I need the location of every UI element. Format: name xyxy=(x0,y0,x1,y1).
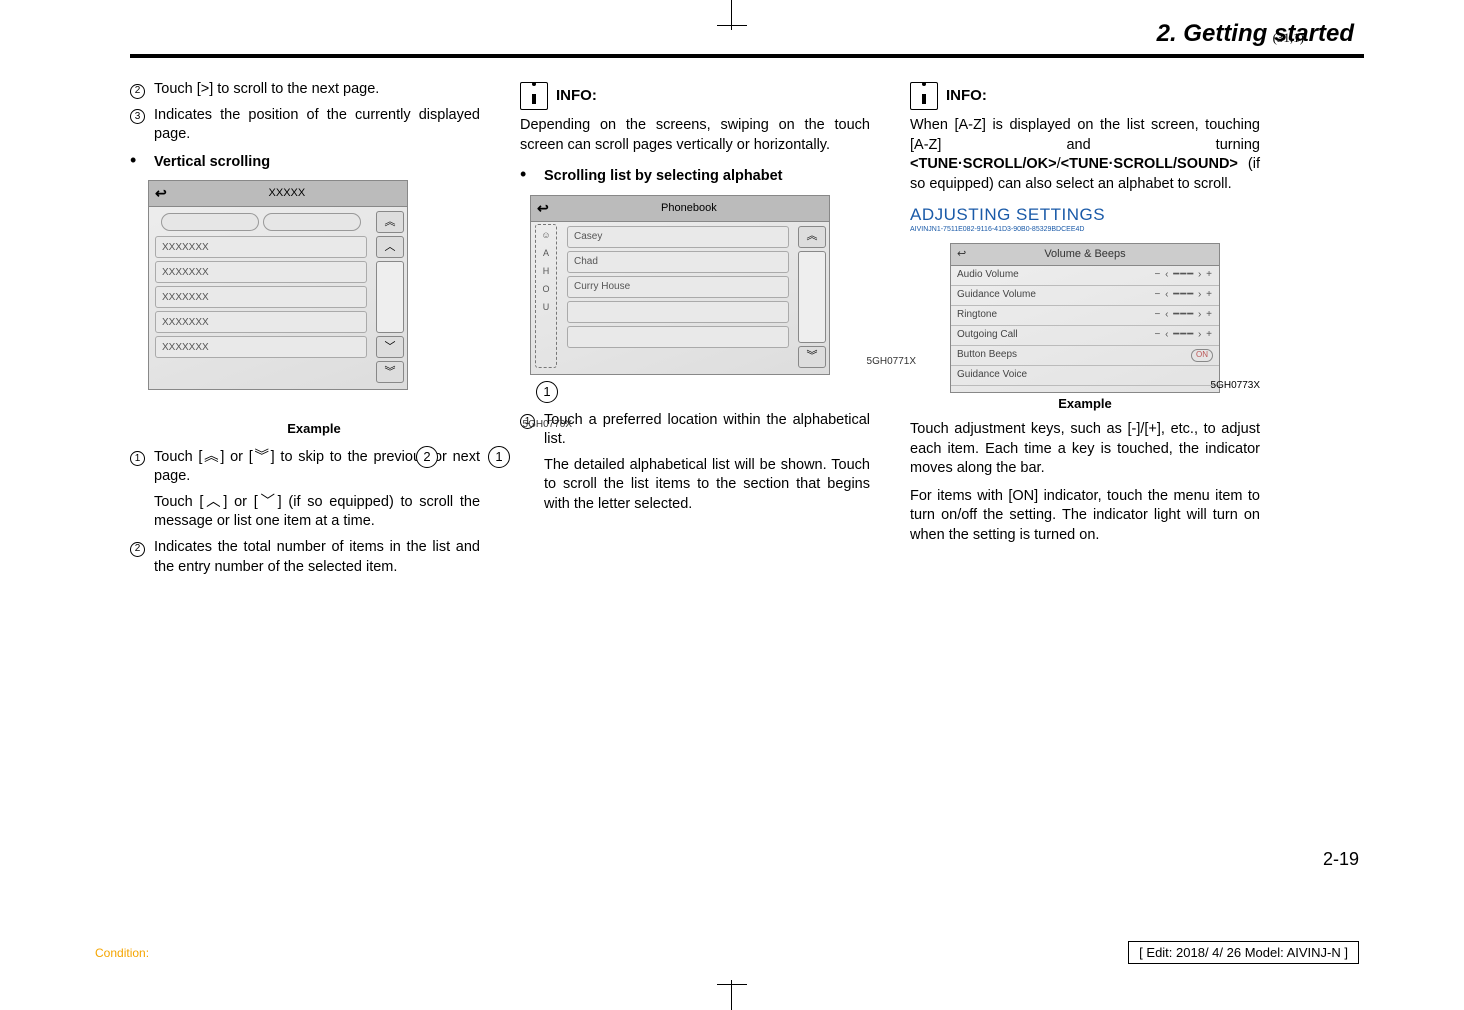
fig2-row: Chad xyxy=(567,251,789,273)
callout-2: 2 xyxy=(416,446,438,468)
list-marker-3: 3 xyxy=(130,106,154,145)
double-chevron-up-icon: ︽ xyxy=(202,449,220,465)
spacer xyxy=(520,456,544,515)
callout-1: 1 xyxy=(536,381,558,403)
col1-scroll-one: Touch [︿] or [﹀] (if so equipped) to scr… xyxy=(154,493,480,532)
column-3: INFO: When [A-Z] is displayed on the lis… xyxy=(910,80,1260,583)
double-chevron-up-icon: ︽ xyxy=(798,226,826,248)
col2-detailed-list: The detailed alphabetical list will be s… xyxy=(544,456,870,515)
header-rule xyxy=(130,54,1364,58)
fig3-example-label: Example xyxy=(910,395,1260,413)
info-title: INFO: xyxy=(556,86,597,106)
fig3-code: 5GH0773X xyxy=(1211,379,1260,393)
figure-volume-beeps: ↩ Volume & Beeps Audio Volume− ‹ ━━━ › +… xyxy=(910,243,1260,413)
list-marker-2: 2 xyxy=(130,80,154,100)
double-chevron-down-icon: ︾ xyxy=(253,449,271,465)
footer-edit-info: [ Edit: 2018/ 4/ 26 Model: AIVINJ-N ] xyxy=(1128,941,1359,964)
fig2-row: Curry House xyxy=(567,276,789,298)
adjusting-settings-heading: ADJUSTING SETTINGS xyxy=(910,204,1260,227)
chevron-down-icon: ﹀ xyxy=(258,494,278,510)
double-chevron-up-icon: ︽ xyxy=(376,211,404,233)
col3-info-body: When [A-Z] is displayed on the list scre… xyxy=(910,116,1260,194)
fig1-code: 5GH0770X xyxy=(523,418,572,432)
contact-icon: ☺ xyxy=(541,229,550,241)
chevron-up-icon: ︿ xyxy=(203,494,223,510)
fig2-code: 5GH0771X xyxy=(867,355,916,369)
back-icon: ↩ xyxy=(155,184,167,203)
list-marker-1: 1 xyxy=(130,448,154,487)
info-icon xyxy=(910,82,938,110)
double-chevron-down-icon: ︾ xyxy=(798,346,826,368)
info-icon xyxy=(520,82,548,110)
fig1-row: XXXXXXX xyxy=(155,236,367,258)
col3-on-indicator: For items with [ON] indicator, touch the… xyxy=(910,487,1260,546)
scroll-track xyxy=(376,261,404,333)
list-marker-2b: 2 xyxy=(130,538,154,577)
bullet-icon xyxy=(520,167,544,187)
info-title: INFO: xyxy=(946,86,987,106)
col1-item2: Touch [>] to scroll to the next page. xyxy=(154,80,480,100)
figure-phonebook: ↩ Phonebook ☺ AHOU Casey Chad Curry Hous… xyxy=(530,195,870,375)
callout-1: 1 xyxy=(488,446,510,468)
fig2-row xyxy=(567,326,789,348)
fig3-title: Volume & Beeps xyxy=(1044,247,1125,262)
spacer xyxy=(130,493,154,532)
bullet-icon xyxy=(130,153,154,173)
chevron-up-icon: ︿ xyxy=(376,236,404,258)
col2-info-body: Depending on the screens, swiping on the… xyxy=(520,116,870,155)
on-badge: ON xyxy=(1191,349,1213,362)
double-chevron-down-icon: ︾ xyxy=(376,361,404,383)
footer-condition: Condition: xyxy=(95,946,149,960)
back-icon: ↩ xyxy=(957,247,966,262)
vertical-scrolling-heading: Vertical scrolling xyxy=(154,153,480,173)
scroll-track xyxy=(798,251,826,343)
fig1-row: XXXXXXX xyxy=(155,261,367,283)
fig2-row xyxy=(567,301,789,323)
fig1-title: XXXXX xyxy=(173,186,401,201)
chevron-down-icon: ﹀ xyxy=(376,336,404,358)
fig1-row: XXXXXXX xyxy=(155,336,367,358)
col1-item3: Indicates the position of the currently … xyxy=(154,106,480,145)
section-header: 2. Getting started xyxy=(130,20,1364,48)
col2-touch-location: Touch a preferred location within the al… xyxy=(544,411,870,450)
fig1-example-label: Example xyxy=(148,420,480,438)
col3-adjust-keys: Touch adjustment keys, such as [-]/[+], … xyxy=(910,420,1260,479)
crop-mark-bottom xyxy=(717,980,747,1010)
column-1: 2 Touch [>] to scroll to the next page. … xyxy=(130,80,480,583)
figure-vertical-scroll: ↩ XXXXX XXXXXXX XXXXXXX XXXXXXX XXXXXXX … xyxy=(148,180,480,438)
fig2-title: Phonebook xyxy=(555,201,823,216)
fig1-row: XXXXXXX xyxy=(155,311,367,333)
scroll-alphabet-heading: Scrolling list by selecting alphabet xyxy=(544,167,870,187)
fig1-row: XXXXXXX xyxy=(155,286,367,308)
back-icon: ↩ xyxy=(537,199,549,218)
fig2-row: Casey xyxy=(567,226,789,248)
col1-total-items: Indicates the total number of items in t… xyxy=(154,538,480,577)
column-2: INFO: Depending on the screens, swiping … xyxy=(520,80,870,583)
page-number: 2-19 xyxy=(1323,849,1359,870)
